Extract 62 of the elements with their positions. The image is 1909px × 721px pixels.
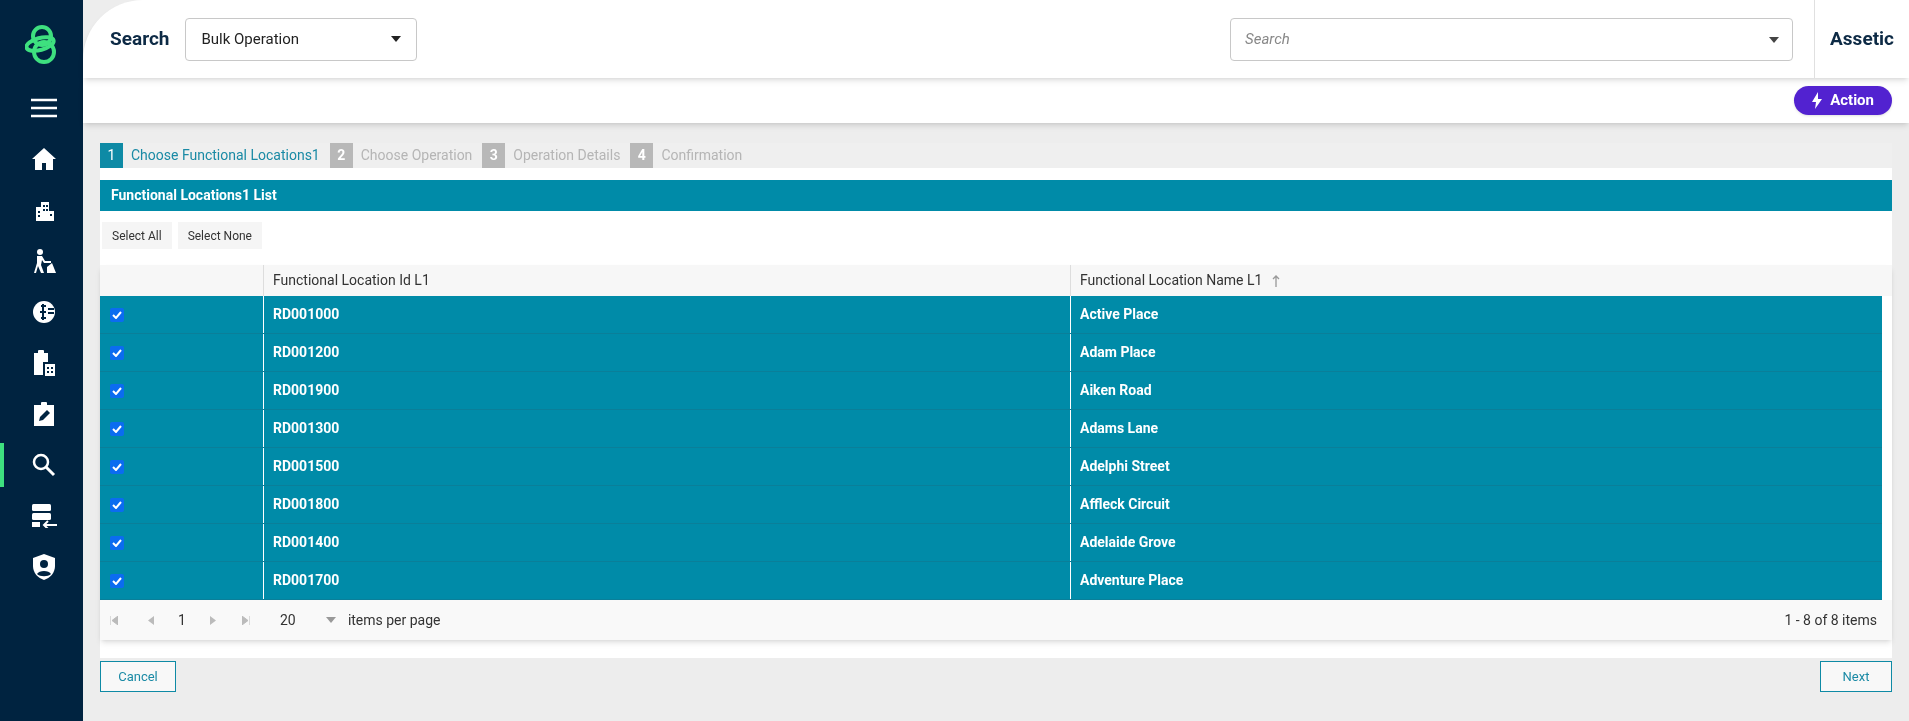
table-row[interactable]: RD001400 Adelaide Grove: [100, 524, 1882, 562]
table-cell-text: RD001700: [273, 571, 340, 590]
page-size-label: items per page: [347, 610, 441, 630]
wizard-step[interactable]: 1 Choose Functional Locations1: [100, 143, 320, 168]
table-cell-text: Adam Place: [1080, 343, 1156, 362]
table-cell-text: Adelphi Street: [1080, 457, 1170, 476]
shield-user-icon: [32, 554, 55, 580]
caret-icon: [1769, 36, 1780, 43]
table-row[interactable]: RD001900 Aiken Road: [100, 372, 1882, 410]
row-checkbox[interactable]: [110, 307, 124, 322]
list-title: Functional Locations1 List: [111, 186, 277, 205]
table-row[interactable]: RD001300 Adams Lane: [100, 410, 1882, 448]
table-row[interactable]: RD001200 Adam Place: [100, 334, 1882, 372]
table-row[interactable]: RD001000 Active Place: [100, 296, 1882, 334]
row-checkbox[interactable]: [110, 497, 124, 512]
table-cell-text: Adams Lane: [1080, 419, 1159, 438]
brand-name: Assetic: [1829, 25, 1895, 52]
table-row[interactable]: RD001500 Adelphi Street: [100, 448, 1882, 486]
home-icon: [31, 148, 56, 170]
clipboard-pencil-icon: [32, 402, 55, 426]
column-header[interactable]: Functional Location Name L1: [1071, 265, 1882, 296]
table-cell-text: RD001500: [273, 457, 340, 476]
item-count: 1 - 8 of 8 items: [1784, 610, 1877, 630]
caret-icon: [391, 36, 402, 42]
table-cell-text: RD001000: [273, 305, 340, 324]
worker-icon: [31, 249, 56, 273]
logo-icon: [24, 24, 59, 64]
table-cell-text: Adelaide Grove: [1080, 533, 1176, 552]
table-cell-text: Active Place: [1080, 305, 1159, 324]
server-arrow-icon: [30, 504, 57, 528]
sort-ascending-icon: [1272, 274, 1281, 287]
row-checkbox[interactable]: [110, 345, 124, 360]
table-cell-text: RD001900: [273, 381, 340, 400]
operation-dropdown[interactable]: Bulk Operation: [185, 17, 418, 61]
clipboard-calculator-icon: [31, 350, 56, 376]
table-row[interactable]: RD001800 Affleck Circuit: [100, 486, 1882, 524]
table-row[interactable]: RD001700 Adventure Place: [100, 562, 1882, 600]
table-cell-text: RD001400: [273, 533, 340, 552]
page-number[interactable]: 1: [178, 609, 186, 631]
table-cell-text: RD001200: [273, 343, 340, 362]
row-checkbox[interactable]: [110, 535, 124, 550]
select-none-button[interactable]: Select None: [177, 222, 262, 249]
search-field[interactable]: Search: [1230, 17, 1794, 61]
row-checkbox[interactable]: [110, 573, 124, 588]
caret-icon: [325, 617, 336, 623]
row-checkbox[interactable]: [110, 459, 124, 474]
table-cell-text: RD001300: [273, 419, 340, 438]
action-button[interactable]: Action: [1794, 86, 1892, 115]
cancel-button[interactable]: Cancel: [100, 661, 176, 692]
table-cell-text: Aiken Road: [1080, 381, 1152, 400]
page-size-dropdown[interactable]: 20: [279, 609, 336, 631]
row-checkbox[interactable]: [110, 383, 124, 398]
search-icon: [31, 453, 56, 477]
next-button[interactable]: Next: [1820, 661, 1892, 692]
menu-icon: [30, 98, 57, 118]
select-all-button[interactable]: Select All: [102, 222, 172, 249]
lightning-icon: [1812, 92, 1823, 109]
table-cell-text: Affleck Circuit: [1080, 495, 1170, 514]
table-cell-text: RD001800: [273, 495, 340, 514]
row-checkbox[interactable]: [110, 421, 124, 436]
page-title: Search: [110, 25, 170, 52]
table-cell-text: Adventure Place: [1080, 571, 1184, 590]
